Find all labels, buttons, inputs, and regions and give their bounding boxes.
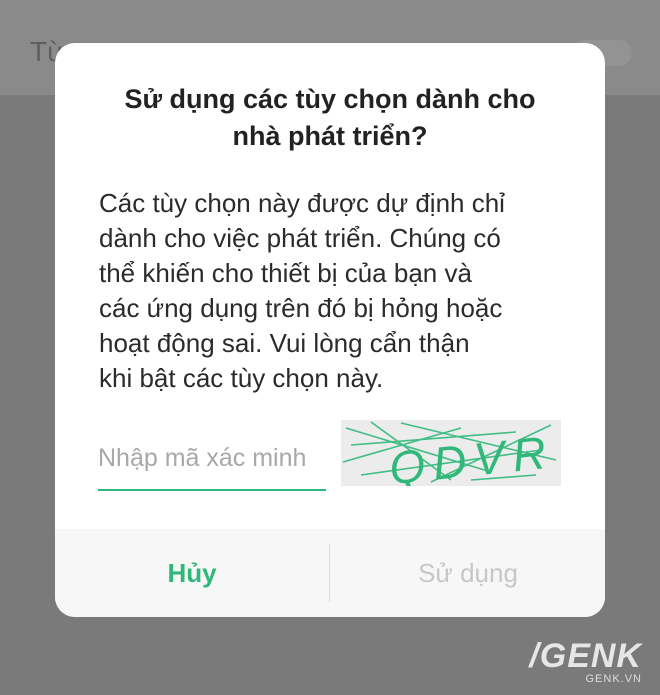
developer-options-dialog: Sử dụng các tùy chọn dành cho nhà phát t… xyxy=(55,43,605,617)
genk-logo: /GENK xyxy=(529,637,642,675)
verification-code-input[interactable] xyxy=(98,433,326,491)
use-button[interactable]: Sử dụng xyxy=(331,529,605,617)
dialog-title: Sử dụng các tùy chọn dành cho nhà phát t… xyxy=(124,84,536,151)
genk-watermark: /GENK GENK.VN xyxy=(529,637,642,686)
dialog-button-bar: Hủy Sử dụng xyxy=(55,529,605,617)
captcha-text: QDVR xyxy=(387,425,556,486)
button-divider xyxy=(329,544,330,602)
captcha-image: QDVR xyxy=(341,420,561,494)
cancel-button[interactable]: Hủy xyxy=(55,529,329,617)
dialog-message: Các tùy chọn này được dự định chỉ dành c… xyxy=(99,188,505,393)
